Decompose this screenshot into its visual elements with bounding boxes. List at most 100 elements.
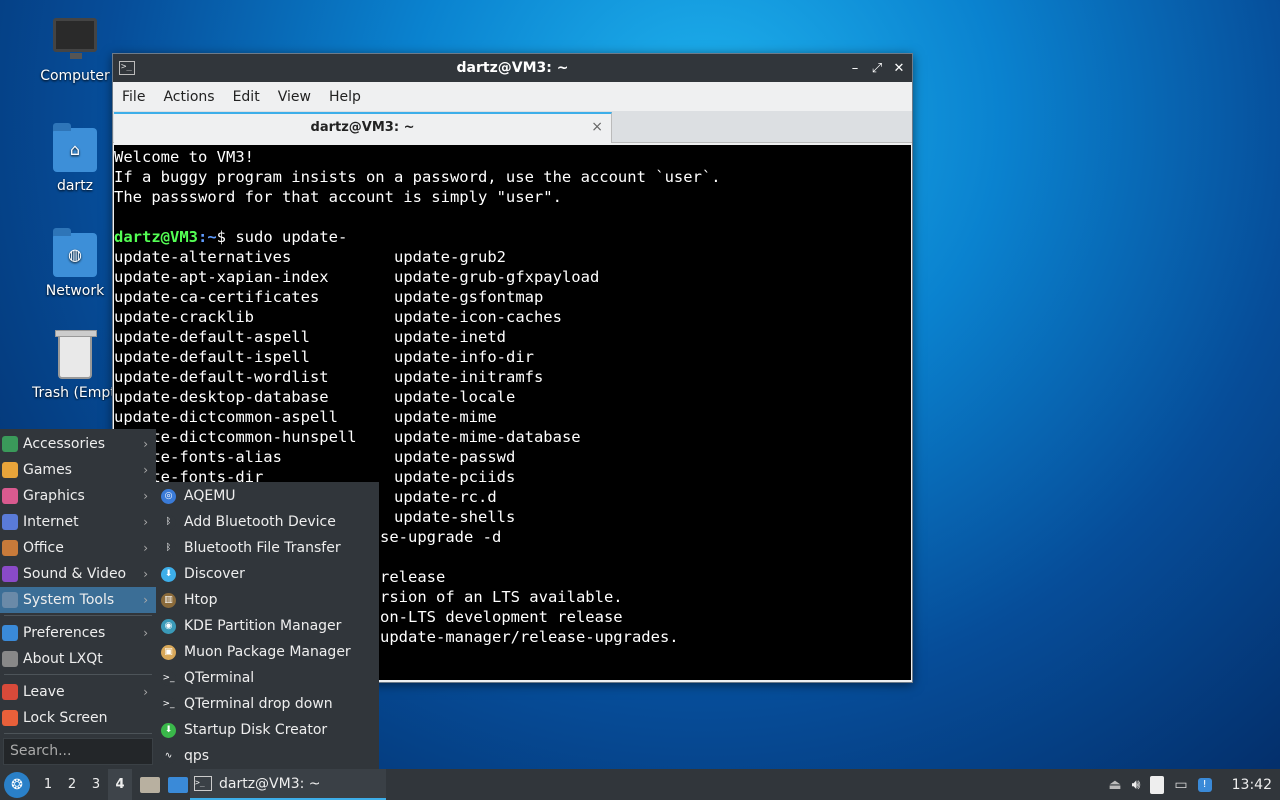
category-icon <box>2 514 18 530</box>
tab-terminal[interactable]: dartz@VM3: ~ × <box>114 112 612 143</box>
start-menu-item-about-lxqt[interactable]: About LXQt <box>0 646 156 672</box>
terminal-line: update-apt-xapian-index update-grub-gfxpa… <box>114 267 911 287</box>
completion-col2: update-passwd <box>394 448 516 466</box>
desktop-icon-home[interactable]: ⌂ dartz <box>25 123 125 194</box>
start-menu-item-label: Lock Screen <box>23 710 108 726</box>
start-menu-item-lock-screen[interactable]: Lock Screen <box>0 705 156 731</box>
system-tools-item-qterminal-drop-down[interactable]: >_ QTerminal drop down <box>156 691 379 717</box>
file-manager-quicklaunch-icon[interactable] <box>140 776 160 793</box>
chevron-right-icon: › <box>143 541 148 555</box>
update-notifier-icon[interactable]: ! <box>1197 777 1212 792</box>
completion-col2: update-grub-gfxpayload <box>394 268 600 286</box>
start-menu-item-label: About LXQt <box>23 651 103 667</box>
terminal-line: update-cracklib update-icon-caches <box>114 307 911 327</box>
system-tools-item-qps[interactable]: ∿ qps <box>156 743 379 769</box>
prompt-path: :~ <box>198 228 217 246</box>
terminal-line: update-default-ispell update-info-dir <box>114 347 911 367</box>
system-tools-item-label: Muon Package Manager <box>184 644 351 660</box>
category-icon <box>2 462 18 478</box>
chevron-right-icon: › <box>143 489 148 503</box>
app-icon: ⬇ <box>161 566 176 582</box>
menu-help[interactable]: Help <box>320 89 370 105</box>
maximize-button[interactable]: ⤢ <box>870 61 884 76</box>
category-icon <box>2 540 18 556</box>
terminal-icon[interactable]: >_ <box>119 61 135 75</box>
start-menu-item-games[interactable]: Games › <box>0 457 156 483</box>
desktop-switch-2[interactable]: 2 <box>60 777 84 792</box>
clock[interactable]: 13:42 <box>1232 777 1272 793</box>
desktop-icon-trash[interactable]: Trash (Empty) <box>25 330 125 401</box>
app-icon: ▥ <box>161 592 176 608</box>
start-menu-item-label: Office <box>23 540 64 556</box>
category-icon <box>2 625 18 641</box>
system-tools-item-muon-package-manager[interactable]: ▣ Muon Package Manager <box>156 639 379 665</box>
system-tools-item-label: Bluetooth File Transfer <box>184 540 341 556</box>
app-icon: ◉ <box>161 618 176 634</box>
close-button[interactable]: ✕ <box>892 61 906 76</box>
app-icon: ᛒ <box>161 540 176 556</box>
completion-col2: update-inetd <box>394 328 506 346</box>
start-menu-item-label: Internet <box>23 514 79 530</box>
system-tools-item-label: Discover <box>184 566 245 582</box>
menu-search-input[interactable]: Search... <box>3 738 153 765</box>
start-menu-item-office[interactable]: Office › <box>0 535 156 561</box>
completion-col2: update-grub2 <box>394 248 506 266</box>
show-desktop-icon[interactable] <box>168 776 188 793</box>
system-tools-item-kde-partition-manager[interactable]: ◉ KDE Partition Manager <box>156 613 379 639</box>
completion-col1: update-ca-certificates <box>114 288 320 306</box>
menu-separator <box>4 733 152 734</box>
taskbar-task-terminal[interactable]: >_ dartz@VM3: ~ <box>190 769 386 800</box>
tab-close-button[interactable]: × <box>591 114 603 141</box>
menu-separator <box>4 615 152 616</box>
start-menu-item-accessories[interactable]: Accessories › <box>0 431 156 457</box>
start-menu-item-graphics[interactable]: Graphics › <box>0 483 156 509</box>
prompt-user: dartz@VM3 <box>114 228 198 246</box>
desktop-icon-computer[interactable]: Computer <box>25 18 125 84</box>
menu-actions[interactable]: Actions <box>154 89 223 105</box>
start-menu-item-system-tools[interactable]: System Tools › <box>0 587 156 613</box>
desktop-icon-network[interactable]: ◍ Network <box>25 228 125 299</box>
start-menu-item-preferences[interactable]: Preferences › <box>0 620 156 646</box>
start-menu-item-internet[interactable]: Internet › <box>0 509 156 535</box>
desktop-switch-3[interactable]: 3 <box>84 777 108 792</box>
terminal-line: update-dictcommon-hunspell update-mime-da… <box>114 427 911 447</box>
lxqt-menu-button[interactable]: ❂ <box>4 771 30 798</box>
app-icon: >_ <box>161 696 176 712</box>
volume-icon[interactable]: 🔊︎ <box>1132 777 1141 793</box>
app-icon: ▣ <box>161 644 176 660</box>
system-tools-item-startup-disk-creator[interactable]: ⬇ Startup Disk Creator <box>156 717 379 743</box>
app-icon: ᛒ <box>161 514 176 530</box>
system-tools-item-add-bluetooth-device[interactable]: ᛒ Add Bluetooth Device <box>156 509 379 535</box>
completion-col1: update-alternatives <box>114 248 292 266</box>
task-label: dartz@VM3: ~ <box>219 775 321 792</box>
system-tools-item-htop[interactable]: ▥ Htop <box>156 587 379 613</box>
clipboard-icon[interactable] <box>1150 775 1165 794</box>
system-tools-item-aqemu[interactable]: ◎ AQEMU <box>156 483 379 509</box>
system-tools-item-label: AQEMU <box>184 488 236 504</box>
completion-col2: update-mime <box>394 408 497 426</box>
desktop-switch-4[interactable]: 4 <box>108 769 132 800</box>
system-tools-item-label: qps <box>184 748 210 764</box>
eject-icon[interactable]: ⏏ <box>1108 777 1121 793</box>
menu-edit[interactable]: Edit <box>224 89 269 105</box>
system-tools-item-discover[interactable]: ⬇ Discover <box>156 561 379 587</box>
desktop-icon-label: dartz <box>56 178 94 194</box>
desktop-switch-1[interactable]: 1 <box>36 777 60 792</box>
prompt-command: $ sudo update- <box>216 228 348 246</box>
system-tools-item-qterminal[interactable]: >_ QTerminal <box>156 665 379 691</box>
completion-col1: update-apt-xapian-index <box>114 268 329 286</box>
chevron-right-icon: › <box>143 437 148 451</box>
network-icon[interactable]: ▭ <box>1174 777 1187 793</box>
system-tools-item-bluetooth-file-transfer[interactable]: ᛒ Bluetooth File Transfer <box>156 535 379 561</box>
app-icon: ⬇ <box>161 722 176 738</box>
start-menu-item-sound-video[interactable]: Sound & Video › <box>0 561 156 587</box>
start-menu-item-leave[interactable]: Leave › <box>0 679 156 705</box>
start-menu-item-label: Games <box>23 462 72 478</box>
minimize-button[interactable]: – <box>848 61 862 76</box>
menu-file[interactable]: File <box>113 89 154 105</box>
title-bar[interactable]: >_ dartz@VM3: ~ – ⤢ ✕ <box>113 54 912 82</box>
chevron-right-icon: › <box>143 593 148 607</box>
trash-icon <box>55 330 97 379</box>
menu-view[interactable]: View <box>269 89 320 105</box>
completion-col1: update-default-ispell <box>114 348 310 366</box>
